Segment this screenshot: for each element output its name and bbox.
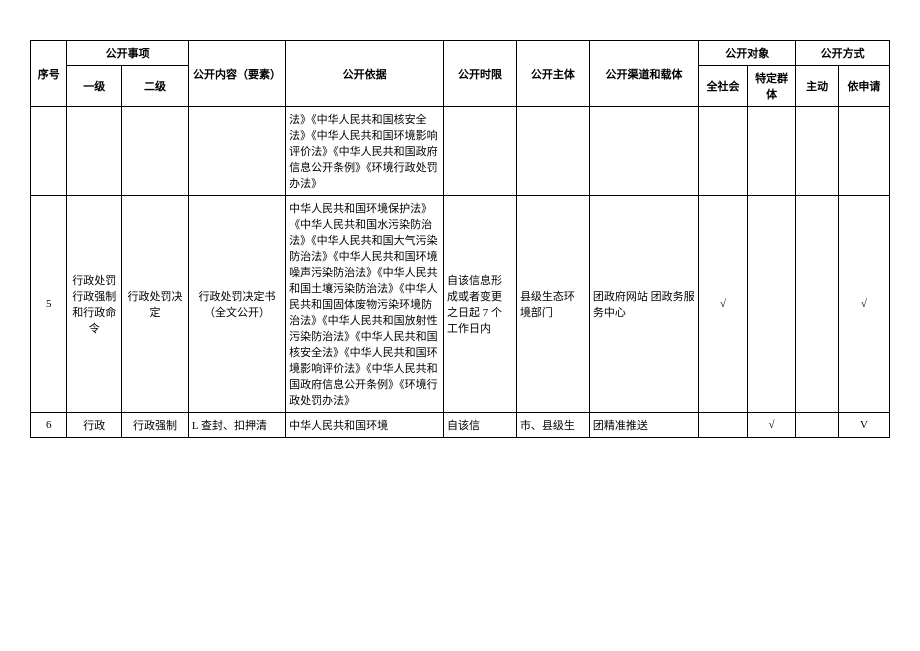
cell-basis: 中华人民共和国环境保护法》《中华人民共和国水污染防治法》《中华人民共和国大气污染… <box>286 196 444 413</box>
th-matter: 公开事项 <box>67 41 188 66</box>
cell-subject: 市、县级生 <box>516 413 589 438</box>
cell-content <box>188 107 285 196</box>
cell-spec: √ <box>747 413 796 438</box>
th-lvl1: 一级 <box>67 66 122 107</box>
cell-lvl1 <box>67 107 122 196</box>
cell-all <box>699 107 748 196</box>
cell-apply <box>838 107 889 196</box>
th-spec: 特定群体 <box>747 66 796 107</box>
cell-active <box>796 196 839 413</box>
cell-spec <box>747 107 796 196</box>
th-target: 公开对象 <box>699 41 796 66</box>
cell-seq: 5 <box>31 196 67 413</box>
cell-channel <box>589 107 698 196</box>
cell-lvl1: 行政 <box>67 413 122 438</box>
cell-time: 自该信 <box>444 413 517 438</box>
cell-time <box>444 107 517 196</box>
table-header: 序号 公开事项 公开内容（要素） 公开依据 公开时限 公开主体 公开渠道和载体 … <box>31 41 890 107</box>
cell-seq <box>31 107 67 196</box>
disclosure-table: 序号 公开事项 公开内容（要素） 公开依据 公开时限 公开主体 公开渠道和载体 … <box>30 40 890 438</box>
cell-all: √ <box>699 196 748 413</box>
table-body: 法》《中华人民共和国核安全法》《中华人民共和国环境影响评价法》《中华人民共和国政… <box>31 107 890 438</box>
cell-active <box>796 107 839 196</box>
cell-all <box>699 413 748 438</box>
th-method: 公开方式 <box>796 41 890 66</box>
cell-content: L 查封、扣押清 <box>188 413 285 438</box>
table-row: 法》《中华人民共和国核安全法》《中华人民共和国环境影响评价法》《中华人民共和国政… <box>31 107 890 196</box>
cell-basis: 中华人民共和国环境 <box>286 413 444 438</box>
cell-channel: 团精准推送 <box>589 413 698 438</box>
table-row: 6 行政 行政强制 L 查封、扣押清 中华人民共和国环境 自该信 市、县级生 团… <box>31 413 890 438</box>
th-basis: 公开依据 <box>286 41 444 107</box>
th-channel: 公开渠道和载体 <box>589 41 698 107</box>
cell-spec <box>747 196 796 413</box>
cell-seq: 6 <box>31 413 67 438</box>
th-content: 公开内容（要素） <box>188 41 285 107</box>
th-seq: 序号 <box>31 41 67 107</box>
cell-content: 行政处罚决定书（全文公开） <box>188 196 285 413</box>
th-apply: 依申请 <box>838 66 889 107</box>
cell-subject: 县级生态环境部门 <box>516 196 589 413</box>
cell-lvl2: 行政强制 <box>122 413 189 438</box>
cell-basis: 法》《中华人民共和国核安全法》《中华人民共和国环境影响评价法》《中华人民共和国政… <box>286 107 444 196</box>
cell-lvl2 <box>122 107 189 196</box>
cell-time: 自该信息形成或者变更之日起 7 个工作日内 <box>444 196 517 413</box>
th-subject: 公开主体 <box>516 41 589 107</box>
cell-apply: √ <box>838 196 889 413</box>
cell-apply: V <box>838 413 889 438</box>
th-time: 公开时限 <box>444 41 517 107</box>
table-row: 5 行政处罚行政强制和行政命令 行政处罚决定 行政处罚决定书（全文公开） 中华人… <box>31 196 890 413</box>
cell-channel: 团政府网站 团政务服务中心 <box>589 196 698 413</box>
th-lvl2: 二级 <box>122 66 189 107</box>
th-all: 全社会 <box>699 66 748 107</box>
cell-lvl1: 行政处罚行政强制和行政命令 <box>67 196 122 413</box>
th-active: 主动 <box>796 66 839 107</box>
cell-active <box>796 413 839 438</box>
cell-subject <box>516 107 589 196</box>
cell-lvl2: 行政处罚决定 <box>122 196 189 413</box>
